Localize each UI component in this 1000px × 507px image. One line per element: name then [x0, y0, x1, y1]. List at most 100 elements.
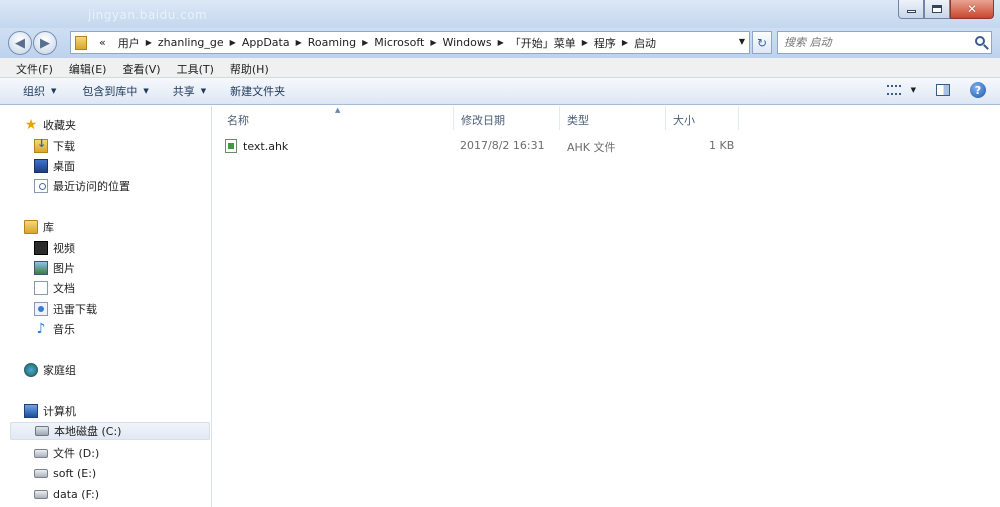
breadcrumb-item[interactable]: Roaming	[308, 36, 356, 49]
menu-file[interactable]: 文件(F)	[8, 58, 61, 77]
recent-places-icon	[34, 179, 48, 193]
file-type: AHK 文件	[567, 141, 616, 154]
forward-button[interactable]: ▶	[33, 31, 57, 55]
column-header-name[interactable]: 名称	[220, 106, 454, 130]
breadcrumb-overflow[interactable]: «	[99, 36, 106, 49]
nav-item-desktop[interactable]: 桌面	[34, 157, 75, 175]
nav-computer[interactable]: 计算机	[24, 403, 76, 419]
close-button[interactable]: ✕	[950, 0, 994, 19]
breadcrumb-item[interactable]: Microsoft	[374, 36, 424, 49]
video-icon	[34, 241, 48, 255]
nav-item-label: 下载	[53, 140, 75, 153]
nav-item-label: 视频	[53, 242, 75, 255]
chevron-right-icon[interactable]: ▶	[430, 38, 436, 47]
computer-icon	[24, 404, 38, 418]
breadcrumb-item[interactable]: 程序	[594, 35, 616, 51]
maximize-button[interactable]	[924, 0, 950, 19]
title-bar: jingyan.baidu.com ✕	[0, 0, 1000, 28]
chevron-down-icon[interactable]: ▼	[739, 37, 745, 46]
column-header-modified[interactable]: 修改日期	[454, 106, 560, 130]
share-button[interactable]: 共享 ▼	[164, 79, 215, 103]
nav-item-drive-f[interactable]: data (F:)	[34, 485, 99, 503]
back-button[interactable]: ◀	[8, 31, 32, 55]
organize-label: 组织	[23, 85, 45, 98]
search-input[interactable]	[778, 32, 958, 53]
include-library-label: 包含到库中	[82, 85, 138, 98]
document-icon	[34, 281, 48, 295]
xunlei-folder-icon	[34, 302, 48, 316]
nav-item-label: 最近访问的位置	[53, 180, 130, 193]
homegroup-icon	[24, 363, 38, 377]
file-name: text.ahk	[243, 140, 289, 153]
chevron-right-icon[interactable]: ▶	[230, 38, 236, 47]
nav-favorites-label: 收藏夹	[43, 119, 76, 132]
toolbar-right: ▼ ?	[886, 82, 986, 98]
view-options-icon[interactable]	[886, 85, 901, 95]
organize-button[interactable]: 组织 ▼	[14, 79, 65, 103]
caret-down-icon: ▼	[143, 87, 149, 95]
nav-item-drive-d[interactable]: 文件 (D:)	[34, 444, 99, 462]
nav-homegroup[interactable]: 家庭组	[24, 362, 76, 378]
breadcrumb-item[interactable]: AppData	[242, 36, 290, 49]
nav-item-downloads[interactable]: 下载	[34, 137, 75, 155]
drive-icon	[34, 468, 48, 478]
nav-item-label: soft (E:)	[53, 466, 97, 480]
breadcrumb-item[interactable]: 启动	[634, 35, 656, 51]
nav-libraries-label: 库	[43, 221, 54, 234]
minimize-icon	[906, 10, 916, 13]
maximize-icon	[932, 5, 942, 13]
column-headers: ▲ 名称 修改日期 类型 大小	[213, 106, 1000, 130]
nav-libraries[interactable]: 库	[24, 219, 54, 235]
search-box	[777, 31, 992, 54]
breadcrumb-item[interactable]: zhanling_ge	[158, 36, 224, 49]
nav-item-label: 文件 (D:)	[53, 447, 100, 460]
file-list-pane: ▲ 名称 修改日期 类型 大小 text.ahk 2017/8/2 16:31 …	[213, 106, 1000, 507]
include-in-library-button[interactable]: 包含到库中 ▼	[73, 79, 157, 103]
chevron-right-icon[interactable]: ▶	[362, 38, 368, 47]
nav-item-label: 文档	[53, 282, 75, 295]
column-header-type[interactable]: 类型	[560, 106, 666, 130]
address-bar[interactable]: « 用户 ▶ zhanling_ge ▶ AppData ▶ Roaming ▶ Mic…	[70, 31, 750, 54]
downloads-folder-icon	[34, 137, 48, 153]
arrow-right-icon: ▶	[40, 35, 50, 51]
refresh-button[interactable]: ↻	[752, 31, 772, 54]
column-header-size[interactable]: 大小	[666, 106, 739, 130]
breadcrumb-item[interactable]: Windows	[442, 36, 491, 49]
window-controls: ✕	[898, 0, 994, 19]
chevron-right-icon[interactable]: ▶	[146, 38, 152, 47]
caret-down-icon: ▼	[200, 87, 207, 95]
menu-view[interactable]: 查看(V)	[114, 58, 168, 77]
nav-item-videos[interactable]: 视频	[34, 239, 75, 257]
nav-item-recent-places[interactable]: 最近访问的位置	[34, 177, 130, 195]
minimize-button[interactable]	[898, 0, 924, 19]
search-icon[interactable]	[975, 36, 985, 46]
drive-icon	[34, 448, 48, 458]
nav-item-pictures[interactable]: 图片	[34, 259, 75, 277]
nav-computer-label: 计算机	[43, 405, 76, 418]
desktop-icon	[34, 159, 48, 173]
chevron-right-icon[interactable]: ▶	[622, 38, 628, 47]
breadcrumb-item[interactable]: 「开始」菜单	[510, 35, 576, 51]
menu-tools[interactable]: 工具(T)	[169, 58, 222, 77]
folder-icon	[75, 35, 87, 50]
menu-edit[interactable]: 编辑(E)	[61, 58, 115, 77]
nav-item-music[interactable]: ♪ 音乐	[34, 320, 75, 338]
new-folder-label: 新建文件夹	[230, 85, 286, 98]
nav-item-label: 本地磁盘 (C:)	[54, 425, 122, 438]
menu-help[interactable]: 帮助(H)	[222, 58, 277, 77]
breadcrumb-item[interactable]: 用户	[118, 35, 140, 51]
nav-item-drive-e[interactable]: soft (E:)	[34, 464, 96, 482]
new-folder-button[interactable]: 新建文件夹	[221, 79, 294, 103]
chevron-right-icon[interactable]: ▶	[498, 38, 504, 47]
nav-favorites[interactable]: ★ 收藏夹	[24, 117, 76, 133]
help-icon[interactable]: ?	[970, 82, 986, 98]
chevron-right-icon[interactable]: ▶	[582, 38, 588, 47]
chevron-right-icon[interactable]: ▶	[296, 38, 302, 47]
share-label: 共享	[172, 85, 195, 98]
preview-pane-icon[interactable]	[936, 84, 950, 96]
nav-item-xunlei-downloads[interactable]: 迅雷下载	[34, 300, 97, 318]
file-row[interactable]: text.ahk 2017/8/2 16:31 AHK 文件 1 KB	[225, 136, 745, 156]
caret-down-icon[interactable]: ▼	[911, 86, 916, 94]
nav-item-documents[interactable]: 文档	[34, 279, 75, 297]
nav-item-drive-c[interactable]: 本地磁盘 (C:)	[10, 422, 210, 440]
